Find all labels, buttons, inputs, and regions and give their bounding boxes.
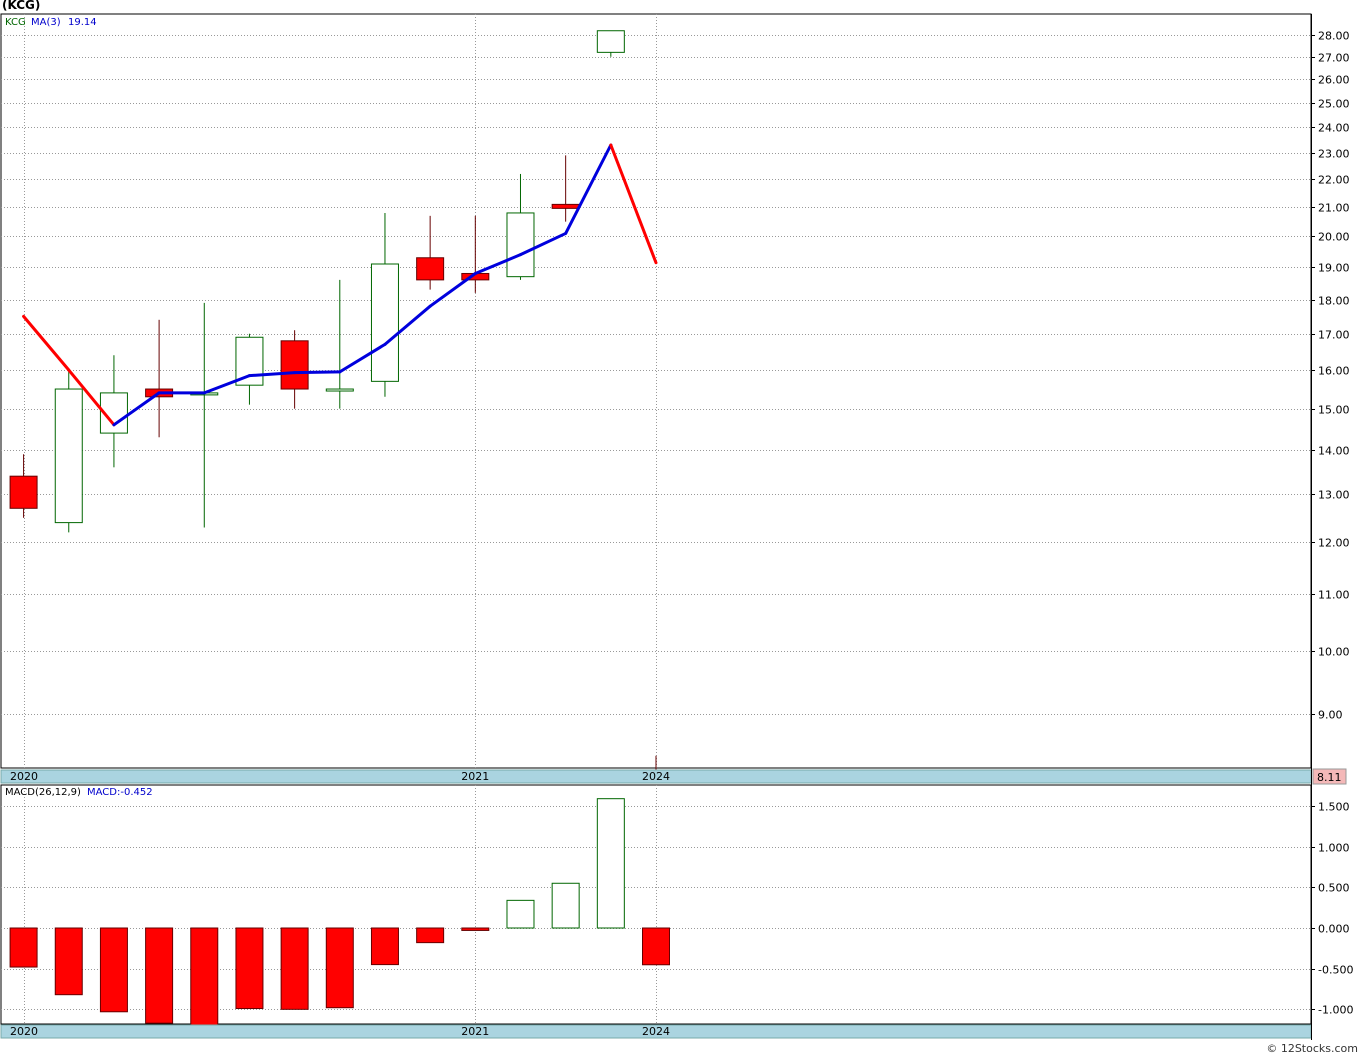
price-tick-label: 10.00 — [1318, 646, 1350, 659]
candle-body-down — [551, 203, 580, 209]
candle-body-up — [506, 212, 535, 278]
ma-line-segment — [293, 370, 342, 375]
price-tick-label: 22.00 — [1318, 174, 1350, 187]
price-tick-label: 25.00 — [1318, 98, 1350, 111]
macd-bar-negative — [190, 927, 219, 1027]
price-tick-label: 13.00 — [1318, 489, 1350, 502]
macd-date-label: 2020 — [10, 1025, 38, 1038]
price-tick-label: 18.00 — [1318, 295, 1350, 308]
macd-date-label: 2024 — [642, 1025, 670, 1038]
macd-bar-negative — [54, 927, 83, 996]
macd-bar-negative — [235, 927, 264, 1010]
macd-bar-negative — [642, 927, 670, 966]
macd-bar-negative — [370, 927, 399, 966]
macd-bar-negative — [9, 927, 38, 968]
macd-panel: 1.500 1.000 0.500 0.000 -0.500 -1.000 MACD(26,… — [0, 784, 1353, 1039]
macd-date-label: 2021 — [461, 1025, 489, 1038]
price-tick-label: 14.00 — [1318, 445, 1350, 458]
macd-bar-negative — [280, 927, 309, 1010]
price-tick-label: 19.00 — [1318, 262, 1350, 275]
last-price-label: 8.11 — [1317, 771, 1342, 784]
candle-body-up — [325, 388, 354, 392]
price-tick-label: 17.00 — [1318, 329, 1350, 342]
price-tick-label: 23.00 — [1318, 148, 1350, 161]
macd-value-label: MACD:-0.452 — [87, 787, 153, 798]
macd-label: MACD(26,12,9) — [5, 787, 81, 798]
price-tick-label: 28.00 — [1318, 30, 1350, 43]
macd-bar-positive — [506, 899, 535, 929]
price-tick-label: 11.00 — [1318, 589, 1350, 602]
candle-body-up — [596, 30, 625, 53]
price-date-label: 2020 — [10, 770, 38, 783]
price-tick-label: 9.00 — [1318, 709, 1343, 722]
price-tick-label: 27.00 — [1318, 52, 1350, 65]
candle-body-down — [416, 257, 445, 281]
price-tick-label: 12.00 — [1318, 537, 1350, 550]
macd-bar-negative — [145, 927, 174, 1024]
price-date-label: 2024 — [642, 770, 670, 783]
macd-bar-negative — [461, 927, 490, 931]
macd-tick-label: -0.500 — [1318, 964, 1353, 977]
price-tick-label: 15.00 — [1318, 404, 1350, 417]
legend-symbol: KCG — [5, 17, 26, 28]
candle-body-down — [280, 340, 309, 390]
macd-tick-label: 0.000 — [1318, 923, 1350, 936]
candle-body-up — [370, 263, 399, 382]
price-date-label: 2021 — [461, 770, 489, 783]
price-tick-label: 24.00 — [1318, 122, 1350, 135]
chart-canvas: 28.00 27.00 26.00 25.00 24.00 23.00 22.00 21.00… — [0, 13, 1353, 1040]
macd-tick-label: 0.500 — [1318, 882, 1350, 895]
macd-tick-label: 1.500 — [1318, 801, 1350, 814]
legend-ma-label: MA(3) — [31, 17, 61, 28]
macd-tick-label: -1.000 — [1318, 1004, 1353, 1017]
macd-bar-negative — [416, 927, 445, 944]
price-tick-label: 21.00 — [1318, 202, 1350, 215]
price-tick-label: 20.00 — [1318, 231, 1350, 244]
price-tick-label: 26.00 — [1318, 74, 1350, 87]
price-tick-label: 16.00 — [1318, 365, 1350, 378]
macd-bar-negative — [325, 927, 354, 1009]
copyright-text: © 12Stocks.com — [1266, 1042, 1358, 1055]
candle-body-down — [9, 475, 38, 509]
legend-ma-value: 19.14 — [68, 17, 97, 28]
macd-bar-positive — [596, 798, 625, 929]
price-panel: 28.00 27.00 26.00 25.00 24.00 23.00 22.00 21.00… — [0, 13, 1350, 785]
macd-bar-positive — [551, 882, 580, 929]
macd-tick-label: 1.000 — [1318, 842, 1350, 855]
macd-bar-negative — [99, 927, 128, 1013]
candle-body-up — [54, 388, 83, 524]
